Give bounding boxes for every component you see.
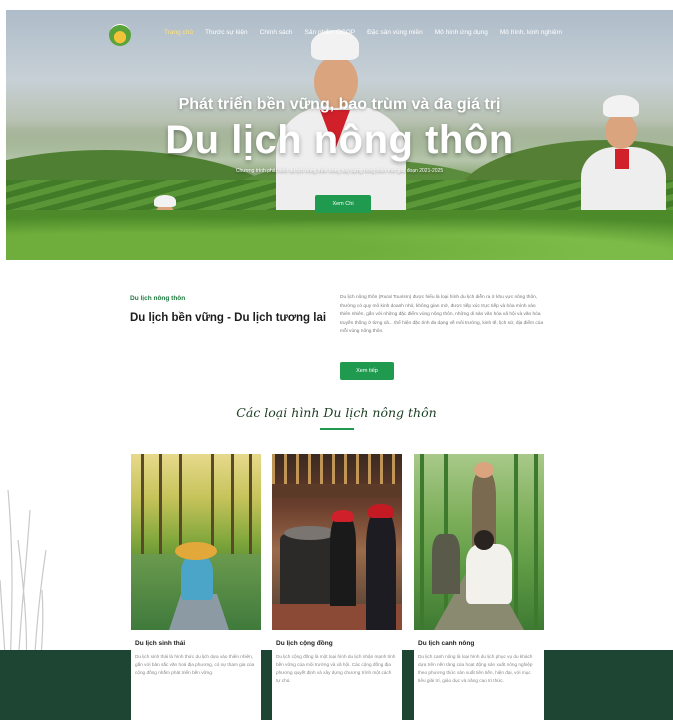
nav-item-specialties[interactable]: Đặc sản vùng miền (367, 29, 423, 36)
intro-read-more-button[interactable]: Xem tiếp (340, 362, 394, 380)
lotus-logo-icon[interactable] (109, 24, 131, 46)
hero-title: Du lịch nông thôn (165, 118, 514, 162)
card-title[interactable]: Du lịch cộng đồng (276, 640, 333, 647)
hero-view-button[interactable]: Xem Chi (315, 195, 371, 213)
nav-item-ocop[interactable]: Sản phẩm OCOP (305, 29, 356, 36)
nav-item-events[interactable]: Thước sự kiện (205, 29, 248, 36)
hero-banner: Trang chủ Thước sự kiện Chính sách Sản p… (6, 10, 673, 260)
hero-subtitle: Phát triển bền vững, bao trùm và đa giá … (178, 96, 501, 113)
hero-description: Chương trình phát triển du lịch nông thô… (235, 168, 444, 174)
intro-kicker: Du lịch nông thôn (130, 295, 186, 302)
tea-foreground (6, 210, 673, 260)
tour-type-card[interactable]: Du lịch sinh thái Du lịch sinh thái là h… (131, 454, 261, 720)
eco-tourism-photo (131, 454, 261, 630)
grass-decoration-icon (0, 489, 47, 670)
card-title[interactable]: Du lịch canh nông (418, 640, 474, 647)
section-divider (320, 428, 354, 430)
card-description: Du lịch canh nông là loại hình du lịch p… (418, 654, 533, 683)
tour-type-card[interactable]: Du lịch cộng đồng Du lịch cộng đồng là m… (272, 454, 402, 720)
nav-item-experience[interactable]: Mô hình, kinh nghiệm (500, 29, 562, 36)
tour-type-card[interactable]: Du lịch canh nông Du lịch canh nông là l… (414, 454, 544, 720)
agritourism-photo (414, 454, 544, 630)
card-description: Du lịch cộng đồng là một loại hình du lị… (276, 654, 396, 683)
card-description: Du lịch sinh thái là hình thức du lịch d… (135, 654, 255, 675)
intro-heading: Du lịch bền vững - Du lịch tương lai (130, 312, 327, 324)
nav-item-home[interactable]: Trang chủ (164, 29, 193, 36)
nav-menu: Trang chủ Thước sự kiện Chính sách Sản p… (164, 29, 562, 36)
nav-item-models[interactable]: Mô hình ứng dụng (435, 29, 488, 36)
top-navigation: Trang chủ Thước sự kiện Chính sách Sản p… (6, 24, 673, 48)
section-title: Các loại hình Du lịch nông thôn (236, 405, 437, 420)
community-tourism-photo (272, 454, 402, 630)
intro-body: Du lịch nông thôn (Rural Tourism) được h… (340, 295, 544, 334)
card-title[interactable]: Du lịch sinh thái (135, 640, 185, 647)
nav-item-policy[interactable]: Chính sách (260, 29, 293, 36)
